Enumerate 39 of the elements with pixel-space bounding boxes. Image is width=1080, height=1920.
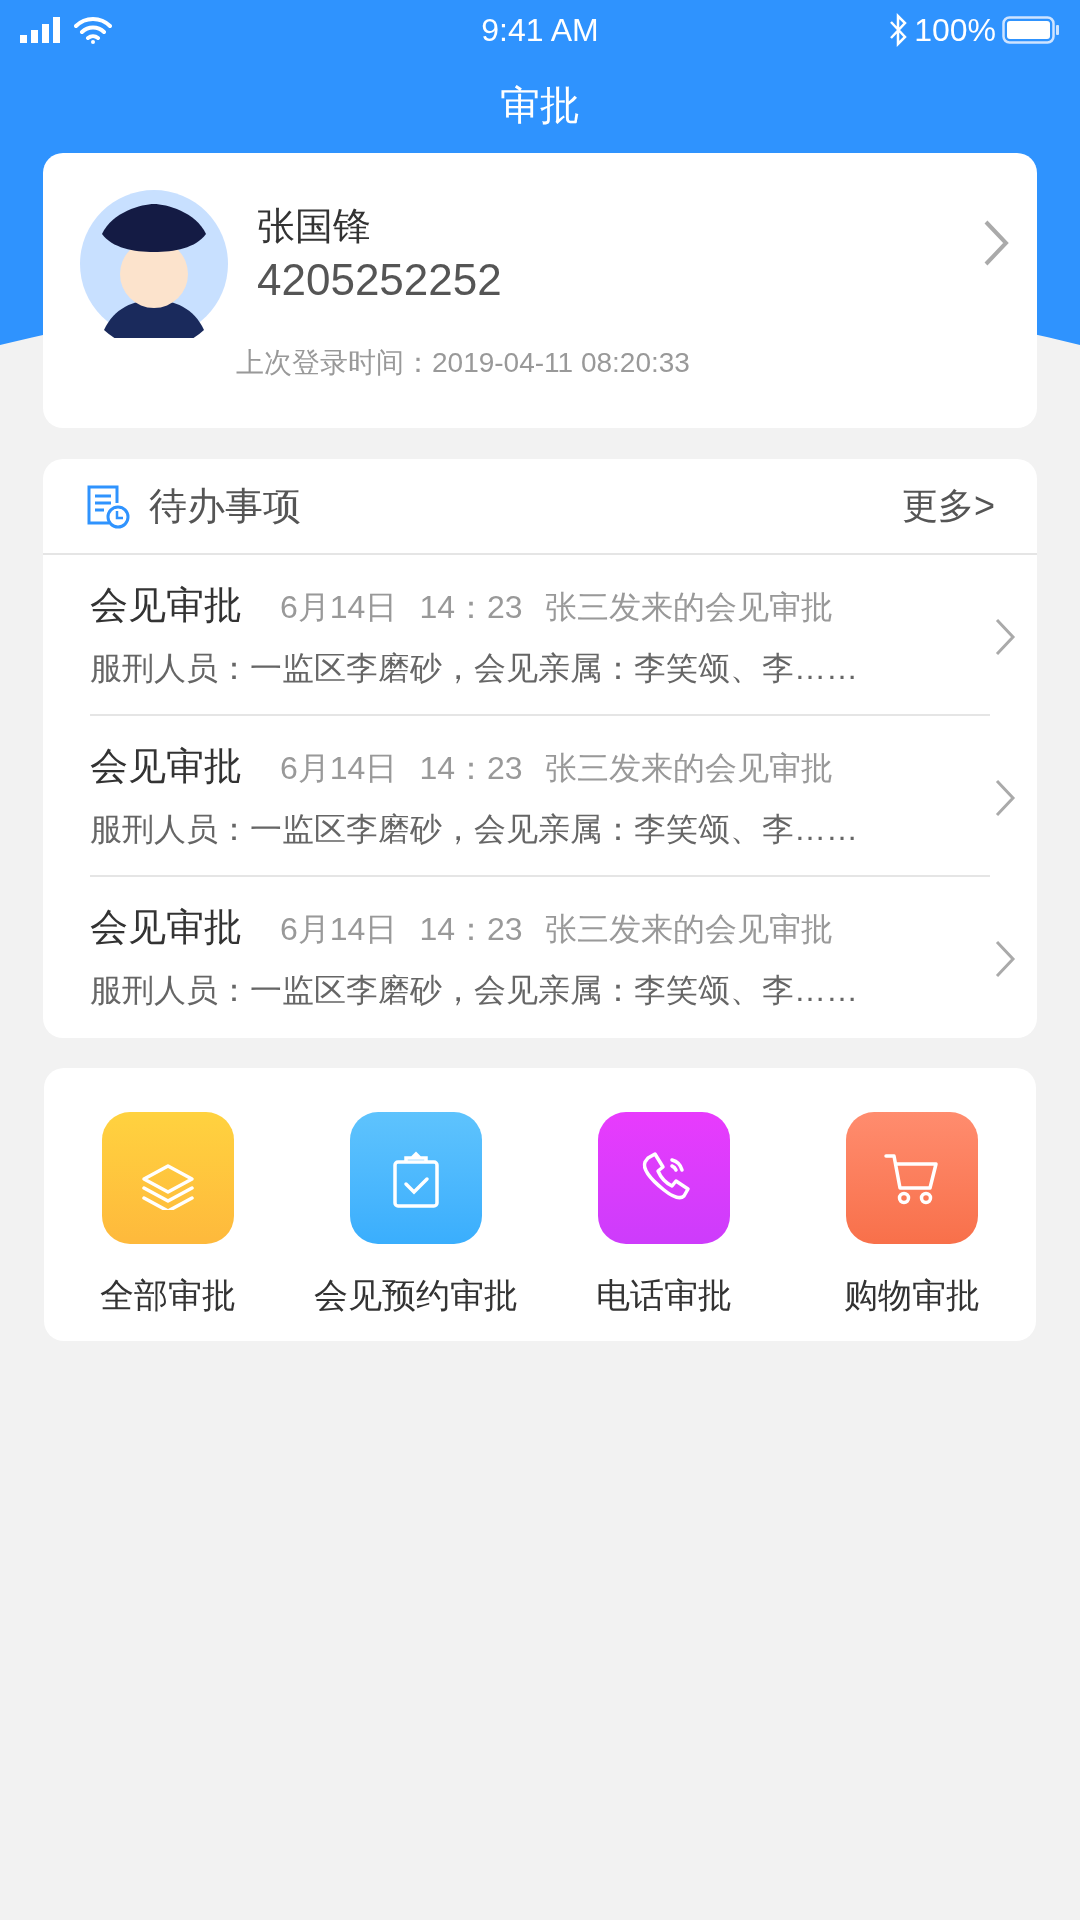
- wifi-icon: [74, 16, 112, 44]
- item-time: 14：23: [419, 749, 523, 788]
- shortcut-button[interactable]: 购物审批: [788, 1112, 1036, 1321]
- user-id: 4205252252: [257, 255, 502, 304]
- shortcut-button[interactable]: 电话审批: [540, 1112, 788, 1321]
- todo-item[interactable]: 会见审批 6月14日 14：23 张三发来的会见审批 服刑人员：一监区李磨砂，会见亲属：李笑颂、李……: [90, 555, 990, 716]
- item-sender: 张三发来的会见审批: [544, 749, 833, 788]
- item-date: 6月14日: [280, 749, 398, 788]
- item-time: 14：23: [419, 910, 523, 949]
- last-login-time: 上次登录时间：2019-04-11 08:20:33: [236, 347, 690, 378]
- todo-item[interactable]: 会见审批 6月14日 14：23 张三发来的会见审批 服刑人员：一监区李磨砂，会见亲属：李笑颂、李……: [90, 716, 990, 877]
- item-sender: 张三发来的会见审批: [544, 910, 833, 949]
- section-title: 待办事项: [149, 483, 301, 529]
- chevron-right-icon: [982, 219, 1010, 267]
- item-summary: 服刑人员：一监区李磨砂，会见亲属：李笑颂、李……: [90, 650, 858, 686]
- battery-percent: 100%: [914, 11, 996, 50]
- battery-icon: [1002, 16, 1060, 44]
- status-time: 9:41 AM: [480, 11, 600, 50]
- chevron-right-icon: [994, 939, 1016, 979]
- page-title: 审批: [500, 82, 580, 129]
- document-clock-icon: [85, 483, 131, 529]
- item-date: 6月14日: [280, 588, 398, 627]
- chevron-right-icon: [994, 617, 1016, 657]
- item-summary: 服刑人员：一监区李磨砂，会见亲属：李笑颂、李……: [90, 972, 858, 1008]
- todo-item[interactable]: 会见审批 6月14日 14：23 张三发来的会见审批 服刑人员：一监区李磨砂，会见亲属：李笑颂、李……: [90, 877, 990, 1038]
- item-title: 会见审批: [90, 744, 242, 789]
- item-date: 6月14日: [280, 910, 398, 949]
- bluetooth-icon: [888, 13, 909, 47]
- profile-card[interactable]: 张国锋 4205252252 上次登录时间：2019-04-11 08:20:33: [43, 153, 1037, 428]
- item-sender: 张三发来的会见审批: [544, 588, 833, 627]
- item-summary: 服刑人员：一监区李磨砂，会见亲属：李笑颂、李……: [90, 811, 858, 847]
- item-time: 14：23: [419, 588, 523, 627]
- user-name: 张国锋: [257, 205, 371, 247]
- shortcut-button[interactable]: 全部审批: [44, 1112, 292, 1321]
- shortcut-button[interactable]: 会见预约审批: [292, 1112, 540, 1321]
- more-link[interactable]: 更多>: [901, 479, 995, 533]
- chevron-right-icon: [994, 778, 1016, 818]
- item-title: 会见审批: [90, 905, 242, 950]
- item-title: 会见审批: [90, 583, 242, 628]
